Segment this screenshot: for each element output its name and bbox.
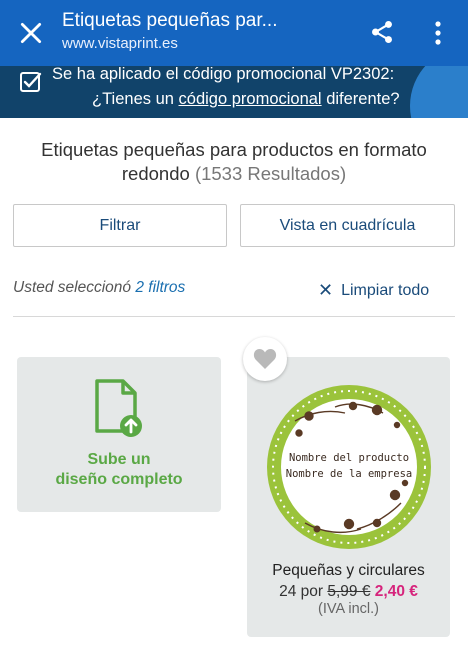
- results-count: (1533 Resultados): [194, 163, 347, 184]
- favorite-button[interactable]: [243, 337, 287, 381]
- old-price: 5,99 €: [327, 583, 371, 600]
- divider: [13, 316, 455, 317]
- upload-design-label: Sube un diseño completo: [17, 450, 221, 490]
- sale-price: 2,40 €: [374, 583, 418, 600]
- product-qty: 24 por: [279, 583, 324, 600]
- page-title-block: Etiquetas pequeñas par... www.vistaprint…: [62, 8, 352, 54]
- selected-filters-label: Usted seleccionó: [13, 279, 136, 296]
- selected-filters: Usted seleccionó 2 filtros: [13, 279, 185, 297]
- more-vert-icon[interactable]: [428, 19, 448, 47]
- promo-applied-text: Se ha aplicado el código promocional VP2…: [52, 66, 395, 83]
- tax-note: (IVA incl.): [318, 601, 379, 617]
- clear-all-button[interactable]: ✕ Limpiar todo: [318, 280, 429, 301]
- page-title: Etiquetas pequeñas par...: [62, 10, 278, 31]
- promo-change-text: ¿Tienes un código promocional diferente?: [52, 87, 452, 112]
- share-icon[interactable]: [369, 18, 395, 46]
- selected-filters-count[interactable]: 2 filtros: [135, 279, 185, 296]
- promo-text: Se ha aplicado el código promocional VP2…: [52, 66, 452, 112]
- upload-label-line1: Sube un: [87, 451, 151, 468]
- promo-prefix: ¿Tienes un: [92, 90, 179, 108]
- product-image[interactable]: Nombre del producto Nombre de la empresa: [265, 383, 433, 551]
- promo-code-link[interactable]: código promocional: [179, 90, 322, 108]
- browser-toolbar: Etiquetas pequeñas par... www.vistaprint…: [0, 0, 468, 66]
- close-icon: ✕: [318, 280, 334, 300]
- results-heading: Etiquetas pequeñas para productos en for…: [16, 138, 452, 186]
- promo-suffix: diferente?: [321, 90, 400, 108]
- sticker-text-line1: Nombre del producto: [289, 452, 409, 464]
- product-price: 24 por 5,99 € 2,40 €: [247, 583, 450, 601]
- heart-icon: [253, 349, 277, 369]
- upload-file-icon: [95, 379, 142, 437]
- upload-label-line2: diseño completo: [55, 471, 183, 488]
- grid-view-button[interactable]: Vista en cuadrícula: [240, 204, 455, 247]
- product-name[interactable]: Pequeñas y circulares: [247, 562, 450, 580]
- clear-all-label: Limpiar todo: [341, 281, 430, 299]
- page-url: www.vistaprint.es: [62, 35, 178, 52]
- close-icon[interactable]: [18, 20, 44, 46]
- promo-banner: Se ha aplicado el código promocional VP2…: [0, 66, 468, 118]
- sticker-text-line2: Nombre de la empresa: [286, 468, 412, 480]
- filter-button[interactable]: Filtrar: [13, 204, 227, 247]
- upload-design-card[interactable]: Sube un diseño completo: [17, 357, 221, 512]
- check-square-icon: [20, 72, 42, 92]
